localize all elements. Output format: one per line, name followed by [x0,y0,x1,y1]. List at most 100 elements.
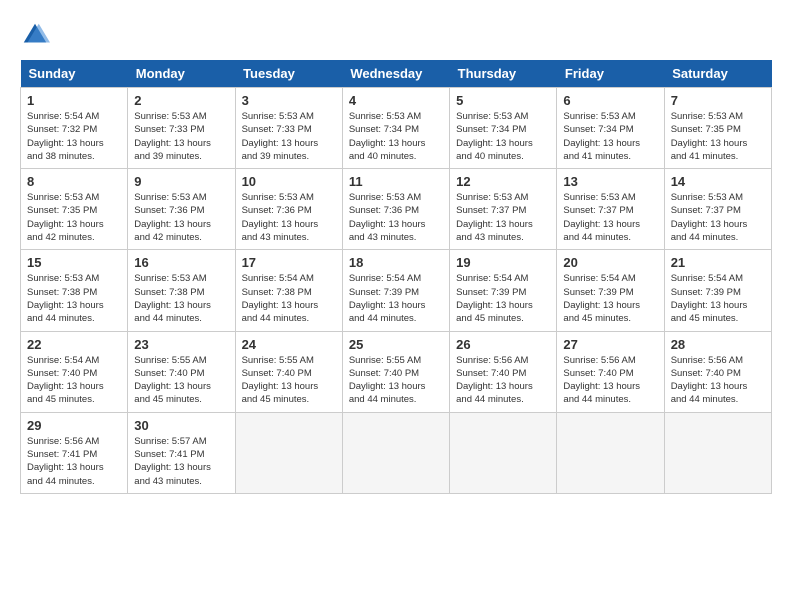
day-info: Sunrise: 5:57 AM Sunset: 7:41 PM Dayligh… [134,435,228,488]
day-number: 27 [563,337,657,352]
day-info: Sunrise: 5:53 AM Sunset: 7:34 PM Dayligh… [349,110,443,163]
header-day-wednesday: Wednesday [342,60,449,88]
calendar-cell [235,412,342,493]
header-day-friday: Friday [557,60,664,88]
day-number: 4 [349,93,443,108]
calendar-cell: 27 Sunrise: 5:56 AM Sunset: 7:40 PM Dayli… [557,331,664,412]
day-info: Sunrise: 5:56 AM Sunset: 7:41 PM Dayligh… [27,435,121,488]
calendar-week-1: 1 Sunrise: 5:54 AM Sunset: 7:32 PM Daylig… [21,88,772,169]
calendar-cell: 24Sunrise: 5:55 AM Sunset: 7:40 PM Dayli… [235,331,342,412]
day-number: 20 [563,255,657,270]
day-info: Sunrise: 5:53 AM Sunset: 7:36 PM Dayligh… [134,191,228,244]
calendar-cell: 1 Sunrise: 5:54 AM Sunset: 7:32 PM Daylig… [21,88,128,169]
header-day-tuesday: Tuesday [235,60,342,88]
day-number: 18 [349,255,443,270]
day-info: Sunrise: 5:56 AM Sunset: 7:40 PM Dayligh… [671,354,765,407]
day-number: 1 [27,93,121,108]
calendar-cell: 2 Sunrise: 5:53 AM Sunset: 7:33 PM Daylig… [128,88,235,169]
calendar-cell: 28 Sunrise: 5:56 AM Sunset: 7:40 PM Dayli… [664,331,771,412]
day-info: Sunrise: 5:55 AM Sunset: 7:40 PM Dayligh… [242,354,336,407]
day-number: 19 [456,255,550,270]
calendar-cell: 12 Sunrise: 5:53 AM Sunset: 7:37 PM Dayli… [450,169,557,250]
calendar-cell: 25Sunrise: 5:55 AM Sunset: 7:40 PM Dayli… [342,331,449,412]
calendar-cell [664,412,771,493]
calendar-cell: 21Sunrise: 5:54 AM Sunset: 7:39 PM Dayli… [664,250,771,331]
day-info: Sunrise: 5:53 AM Sunset: 7:36 PM Dayligh… [242,191,336,244]
header-day-monday: Monday [128,60,235,88]
calendar-cell: 30 Sunrise: 5:57 AM Sunset: 7:41 PM Dayli… [128,412,235,493]
day-number: 12 [456,174,550,189]
day-info: Sunrise: 5:53 AM Sunset: 7:37 PM Dayligh… [456,191,550,244]
calendar-cell [450,412,557,493]
day-info: Sunrise: 5:53 AM Sunset: 7:35 PM Dayligh… [671,110,765,163]
day-number: 17 [242,255,336,270]
calendar-cell: 7 Sunrise: 5:53 AM Sunset: 7:35 PM Daylig… [664,88,771,169]
day-info: Sunrise: 5:53 AM Sunset: 7:36 PM Dayligh… [349,191,443,244]
calendar-cell: 13 Sunrise: 5:53 AM Sunset: 7:37 PM Dayli… [557,169,664,250]
day-info: Sunrise: 5:54 AM Sunset: 7:40 PM Dayligh… [27,354,121,407]
day-info: Sunrise: 5:55 AM Sunset: 7:40 PM Dayligh… [134,354,228,407]
day-number: 5 [456,93,550,108]
calendar-cell: 16 Sunrise: 5:53 AM Sunset: 7:38 PM Dayli… [128,250,235,331]
day-info: Sunrise: 5:54 AM Sunset: 7:38 PM Dayligh… [242,272,336,325]
day-number: 22 [27,337,121,352]
day-number: 7 [671,93,765,108]
day-info: Sunrise: 5:54 AM Sunset: 7:39 PM Dayligh… [456,272,550,325]
day-info: Sunrise: 5:53 AM Sunset: 7:38 PM Dayligh… [27,272,121,325]
day-info: Sunrise: 5:54 AM Sunset: 7:39 PM Dayligh… [671,272,765,325]
calendar-cell: 10Sunrise: 5:53 AM Sunset: 7:36 PM Dayli… [235,169,342,250]
calendar-cell: 5Sunrise: 5:53 AM Sunset: 7:34 PM Daylig… [450,88,557,169]
header [20,20,772,50]
day-number: 6 [563,93,657,108]
calendar-cell [342,412,449,493]
day-info: Sunrise: 5:54 AM Sunset: 7:39 PM Dayligh… [349,272,443,325]
day-info: Sunrise: 5:54 AM Sunset: 7:39 PM Dayligh… [563,272,657,325]
day-info: Sunrise: 5:56 AM Sunset: 7:40 PM Dayligh… [563,354,657,407]
calendar-header: SundayMondayTuesdayWednesdayThursdayFrid… [21,60,772,88]
day-info: Sunrise: 5:53 AM Sunset: 7:38 PM Dayligh… [134,272,228,325]
calendar-cell: 18 Sunrise: 5:54 AM Sunset: 7:39 PM Dayli… [342,250,449,331]
calendar-cell: 8 Sunrise: 5:53 AM Sunset: 7:35 PM Daylig… [21,169,128,250]
day-number: 11 [349,174,443,189]
day-info: Sunrise: 5:53 AM Sunset: 7:33 PM Dayligh… [134,110,228,163]
day-number: 15 [27,255,121,270]
calendar-cell: 17 Sunrise: 5:54 AM Sunset: 7:38 PM Dayli… [235,250,342,331]
calendar-week-4: 22 Sunrise: 5:54 AM Sunset: 7:40 PM Dayli… [21,331,772,412]
calendar-cell: 6 Sunrise: 5:53 AM Sunset: 7:34 PM Daylig… [557,88,664,169]
calendar-body: 1 Sunrise: 5:54 AM Sunset: 7:32 PM Daylig… [21,88,772,494]
day-number: 29 [27,418,121,433]
calendar-table: SundayMondayTuesdayWednesdayThursdayFrid… [20,60,772,494]
day-number: 8 [27,174,121,189]
day-info: Sunrise: 5:54 AM Sunset: 7:32 PM Dayligh… [27,110,121,163]
calendar-cell: 11 Sunrise: 5:53 AM Sunset: 7:36 PM Dayli… [342,169,449,250]
day-info: Sunrise: 5:53 AM Sunset: 7:37 PM Dayligh… [563,191,657,244]
day-number: 13 [563,174,657,189]
calendar-cell: 4 Sunrise: 5:53 AM Sunset: 7:34 PM Daylig… [342,88,449,169]
calendar-week-2: 8 Sunrise: 5:53 AM Sunset: 7:35 PM Daylig… [21,169,772,250]
day-number: 30 [134,418,228,433]
calendar-week-5: 29 Sunrise: 5:56 AM Sunset: 7:41 PM Dayli… [21,412,772,493]
day-number: 2 [134,93,228,108]
calendar-cell: 22 Sunrise: 5:54 AM Sunset: 7:40 PM Dayli… [21,331,128,412]
day-number: 14 [671,174,765,189]
day-info: Sunrise: 5:53 AM Sunset: 7:34 PM Dayligh… [563,110,657,163]
day-info: Sunrise: 5:53 AM Sunset: 7:37 PM Dayligh… [671,191,765,244]
day-number: 9 [134,174,228,189]
header-day-saturday: Saturday [664,60,771,88]
calendar-cell: 9 Sunrise: 5:53 AM Sunset: 7:36 PM Daylig… [128,169,235,250]
day-info: Sunrise: 5:53 AM Sunset: 7:33 PM Dayligh… [242,110,336,163]
day-number: 16 [134,255,228,270]
calendar-cell: 20 Sunrise: 5:54 AM Sunset: 7:39 PM Dayli… [557,250,664,331]
day-number: 26 [456,337,550,352]
header-row: SundayMondayTuesdayWednesdayThursdayFrid… [21,60,772,88]
calendar-cell: 14 Sunrise: 5:53 AM Sunset: 7:37 PM Dayli… [664,169,771,250]
day-info: Sunrise: 5:53 AM Sunset: 7:35 PM Dayligh… [27,191,121,244]
day-number: 28 [671,337,765,352]
calendar-cell: 29 Sunrise: 5:56 AM Sunset: 7:41 PM Dayli… [21,412,128,493]
calendar-cell: 26Sunrise: 5:56 AM Sunset: 7:40 PM Dayli… [450,331,557,412]
header-day-thursday: Thursday [450,60,557,88]
header-day-sunday: Sunday [21,60,128,88]
calendar-cell: 23Sunrise: 5:55 AM Sunset: 7:40 PM Dayli… [128,331,235,412]
logo-icon [20,20,50,50]
day-number: 25 [349,337,443,352]
